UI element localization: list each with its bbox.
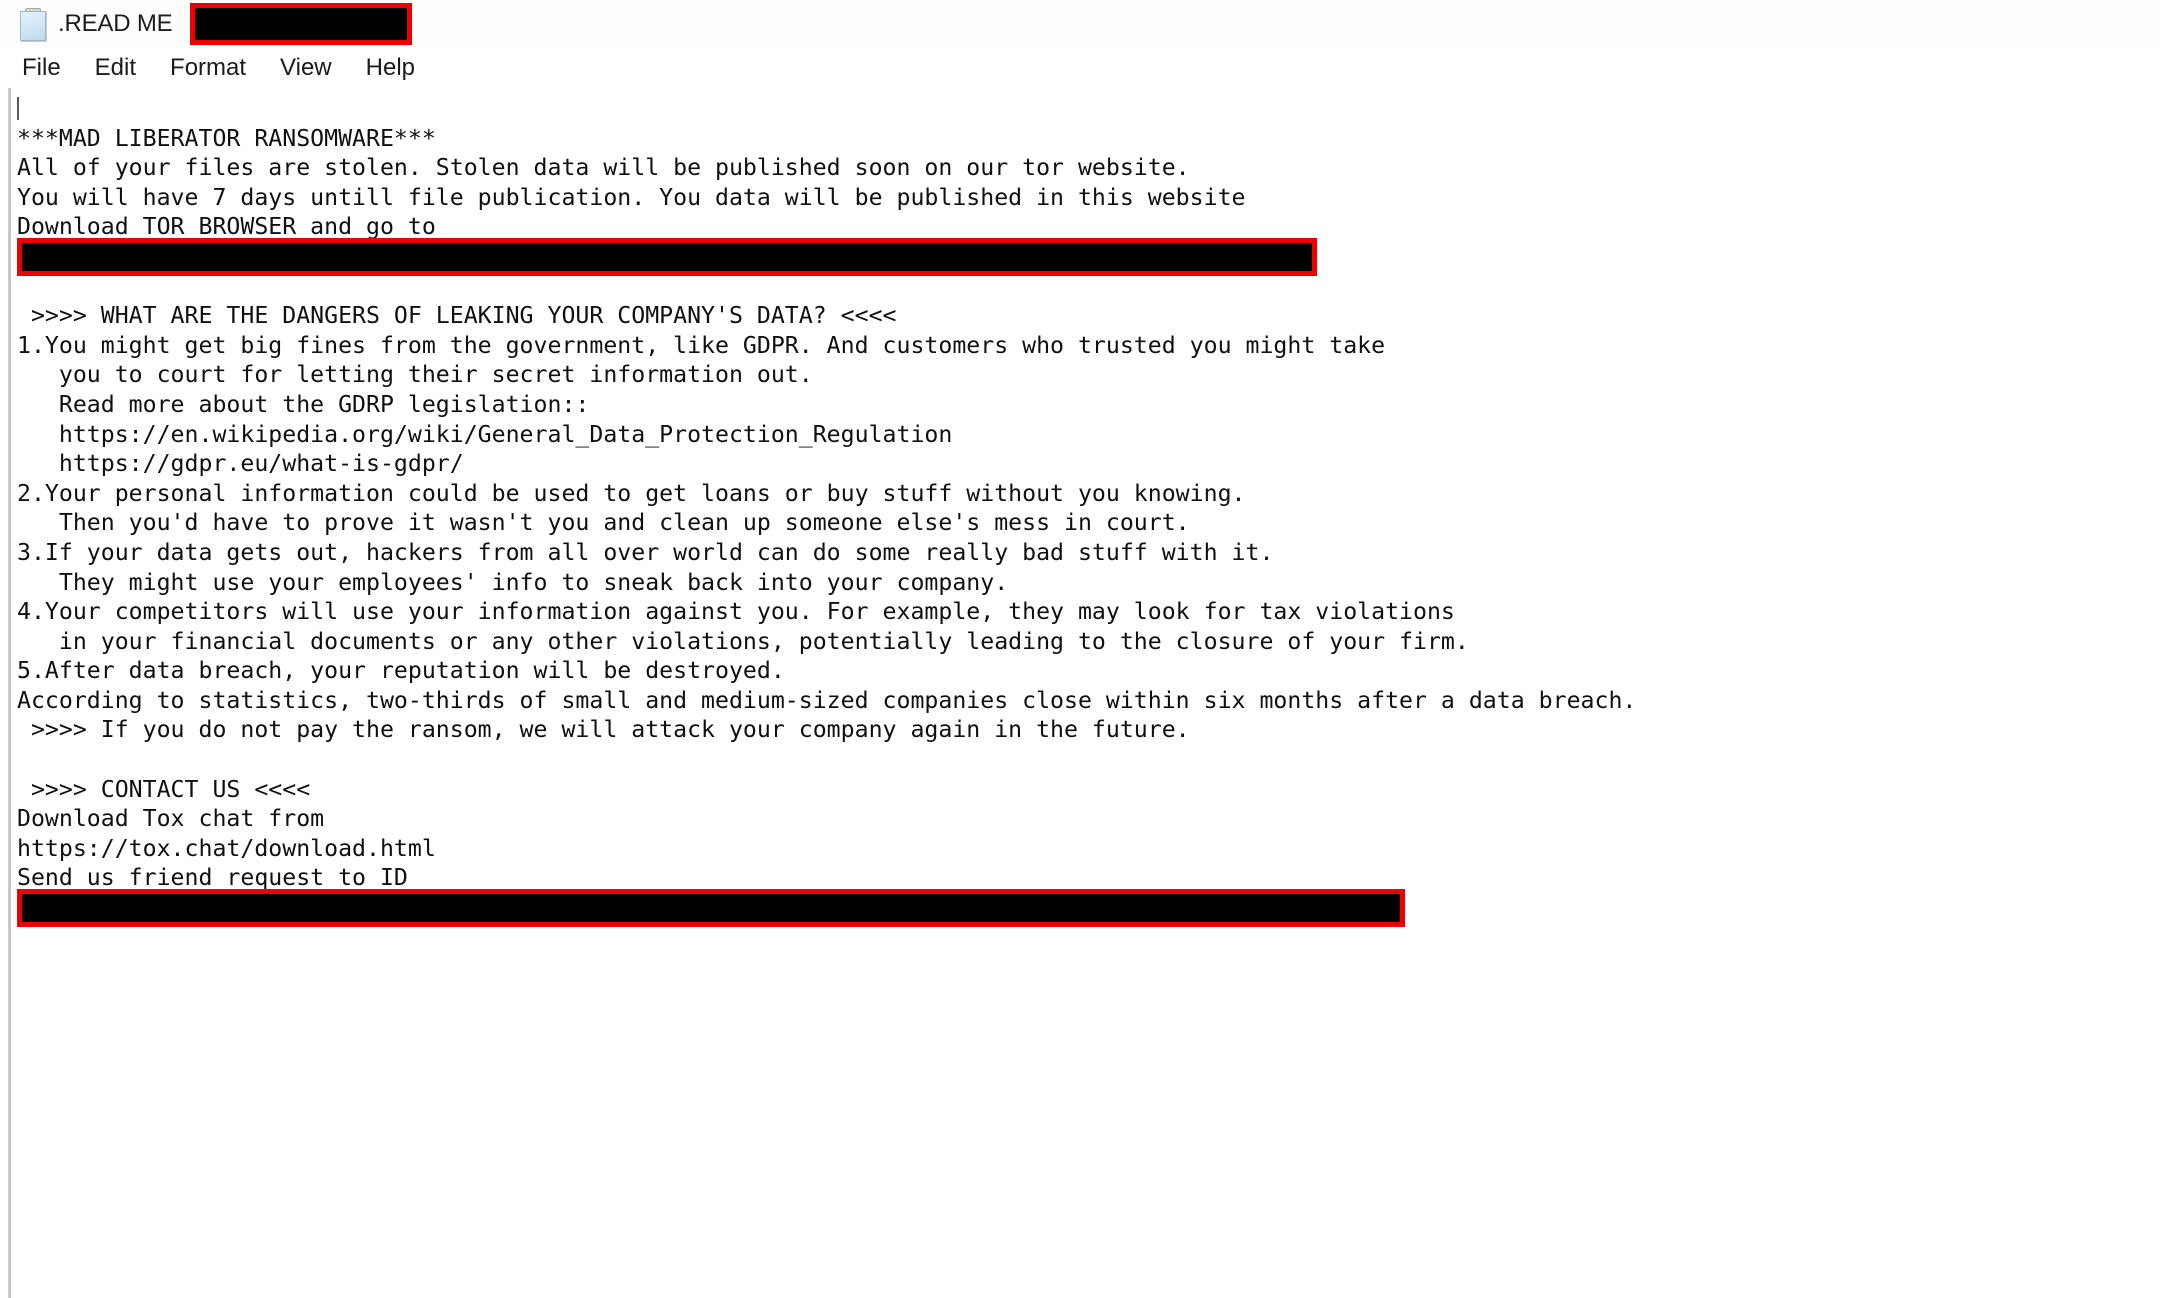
menu-item-format[interactable]: Format [170, 54, 246, 82]
text-line: >>>> WHAT ARE THE DANGERS OF LEAKING YOU… [17, 302, 897, 330]
redacted-text-block [17, 237, 1317, 276]
text-line: 4.Your competitors will use your informa… [17, 598, 1455, 626]
text-line: All of your files are stolen. Stolen dat… [17, 154, 1190, 182]
text-line [17, 272, 2160, 302]
text-line: you to court for letting their secret in… [17, 361, 813, 389]
text-line: 3.If your data gets out, hackers from al… [17, 538, 1274, 566]
notepad-icon [18, 7, 48, 41]
title-bar: .READ ME [0, 0, 2160, 48]
text-line [17, 889, 2160, 928]
text-line: https://gdpr.eu/what-is-gdpr/ [17, 450, 464, 478]
text-caret [17, 97, 19, 120]
text-line: ***MAD LIBERATOR RANSOMWARE*** [17, 124, 436, 152]
text-line [17, 923, 2160, 953]
text-line [17, 94, 2160, 124]
text-line [17, 237, 2160, 276]
menu-item-view[interactable]: View [280, 54, 332, 82]
menu-item-edit[interactable]: Edit [95, 54, 136, 82]
text-line: Read more about the GDRP legislation:: [17, 390, 590, 418]
notepad-window: .READ ME File Edit Format View Help ***M… [0, 0, 2160, 1298]
text-line: You will have 7 days untill file publica… [17, 183, 1246, 211]
text-line: According to statistics, two-thirds of s… [17, 686, 1637, 714]
text-line: >>>> CONTACT US <<<< [17, 775, 311, 803]
text-line: >>>> If you do not pay the ransom, we wi… [17, 716, 1190, 744]
text-line: 2.Your personal information could be use… [17, 479, 1246, 507]
text-line: Then you'd have to prove it wasn't you a… [17, 509, 1190, 537]
text-editor-area[interactable]: ***MAD LIBERATOR RANSOMWARE*** All of you… [8, 88, 2160, 1298]
menu-bar: File Edit Format View Help [0, 48, 2160, 88]
text-line: They might use your employees' info to s… [17, 568, 1009, 596]
text-line: 1.You might get big fines from the gover… [17, 331, 1386, 359]
ransom-note-text[interactable]: ***MAD LIBERATOR RANSOMWARE*** All of you… [11, 88, 2160, 952]
text-line: 5.After data breach, your reputation wil… [17, 657, 785, 685]
text-line: https://en.wikipedia.org/wiki/General_Da… [17, 420, 953, 448]
redacted-text-block [17, 889, 1405, 928]
text-line: https://tox.chat/download.html [17, 834, 436, 862]
text-line [17, 745, 2160, 775]
redacted-filename-block [190, 3, 412, 45]
text-line: in your financial documents or any other… [17, 627, 1469, 655]
text-line: Download Tox chat from [17, 805, 325, 833]
menu-item-help[interactable]: Help [366, 54, 415, 82]
menu-item-file[interactable]: File [22, 54, 61, 82]
window-title: .READ ME [58, 10, 173, 37]
